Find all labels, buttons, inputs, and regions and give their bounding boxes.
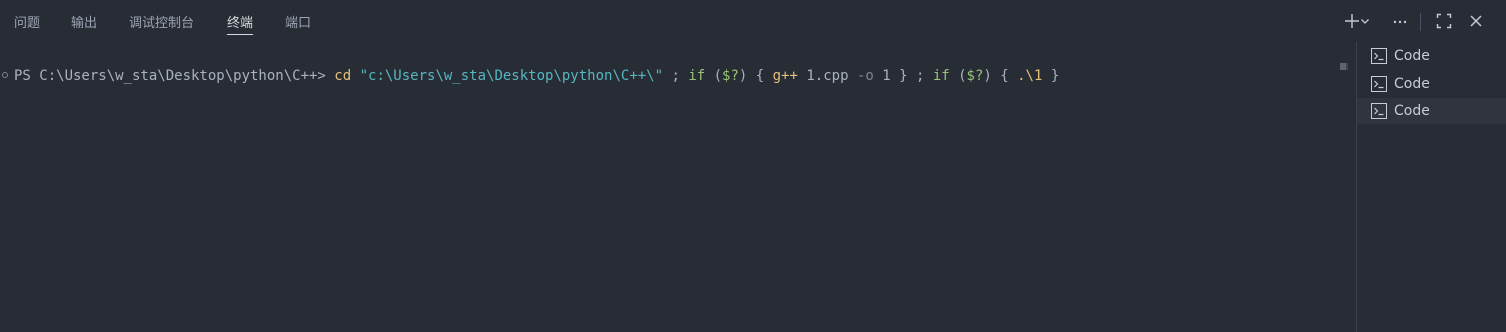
terminal-list-item[interactable]: Code	[1357, 71, 1506, 97]
terminal-command: cd "c:\Users\w_sta\Desktop\python\C++\" …	[334, 68, 1059, 84]
terminal-icon	[1370, 47, 1388, 65]
command-token-str: "c:\Users\w_sta\Desktop\python\C++\"	[359, 68, 664, 84]
panel-tab-bar: 问题 输出 调试控制台 终端 端口	[0, 0, 1506, 42]
command-token-var: $?	[722, 68, 739, 84]
command-token-cmd: g++	[772, 68, 798, 84]
tab-output[interactable]: 输出	[71, 12, 97, 31]
terminal-profile-dropdown[interactable]	[1358, 10, 1372, 32]
tab-debug-console[interactable]: 调试控制台	[129, 12, 194, 31]
command-token-flag: -o	[856, 68, 874, 84]
command-token-kw: if	[932, 68, 950, 84]
command-decoration-icon[interactable]	[2, 72, 8, 78]
terminal-list-item-selected[interactable]: Code	[1357, 98, 1506, 124]
close-panel-button[interactable]	[1466, 10, 1486, 32]
terminal-icon	[1370, 102, 1388, 120]
more-actions-button[interactable]	[1390, 10, 1410, 32]
command-token-plain: (	[705, 68, 723, 84]
command-token-cmd: .\1	[1017, 68, 1043, 84]
terminal-list-item-label: Code	[1394, 103, 1430, 119]
panel-actions	[1326, 10, 1506, 32]
terminal-list-item[interactable]: Code	[1357, 43, 1506, 69]
terminal-scrollbar[interactable]	[1340, 60, 1356, 332]
terminal-list-item-label: Code	[1394, 76, 1430, 92]
command-token-arg: 1 } ;	[873, 68, 933, 84]
command-token-var: $?	[966, 68, 984, 84]
tab-terminal[interactable]: 终端	[227, 12, 254, 35]
command-token-cd: cd	[334, 68, 352, 84]
tab-problems[interactable]: 问题	[14, 12, 40, 31]
command-token-plain: ) {	[738, 68, 773, 84]
tab-ports[interactable]: 端口	[285, 12, 311, 31]
actions-separator	[1420, 13, 1421, 31]
command-token-arg: 1.cpp	[797, 68, 857, 84]
terminal-prompt: PS C:\Users\w_sta\Desktop\python\C++>	[14, 68, 335, 84]
command-token-plain: ) {	[983, 68, 1018, 84]
command-token-plain: (	[949, 68, 967, 84]
close-icon	[1470, 15, 1482, 27]
command-token-plain: }	[1042, 68, 1060, 84]
command-token-kw: if	[688, 68, 706, 84]
terminal-area[interactable]: PS C:\Users\w_sta\Desktop\python\C++> cd…	[0, 42, 1340, 332]
command-token-plain	[351, 68, 359, 84]
maximize-panel-button[interactable]	[1434, 10, 1454, 32]
terminal-command-line: PS C:\Users\w_sta\Desktop\python\C++> cd…	[14, 67, 1059, 85]
ellipsis-icon	[1393, 20, 1407, 24]
terminal-icon	[1370, 75, 1388, 93]
command-token-plain: ;	[663, 68, 689, 84]
terminal-list-item-label: Code	[1394, 48, 1430, 64]
maximize-icon	[1436, 13, 1452, 29]
chevron-down-icon	[1361, 19, 1369, 24]
terminal-tabs-list: Code Code Code	[1357, 42, 1506, 332]
